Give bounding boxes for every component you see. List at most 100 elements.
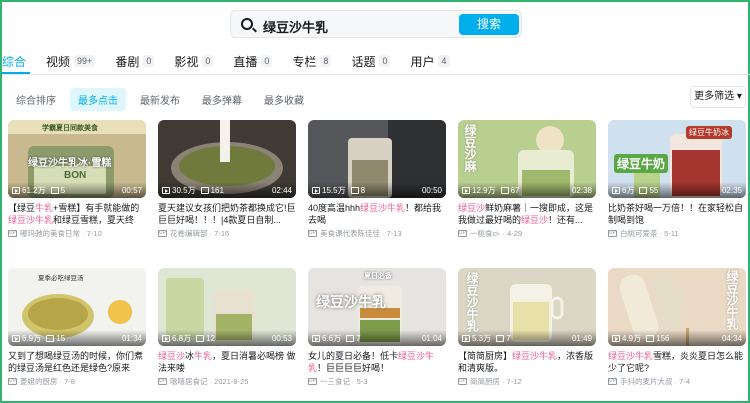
danmaku-icon	[646, 334, 655, 342]
tab-film[interactable]: 影视 0	[174, 53, 214, 70]
video-card[interactable]: 绿豆牛奶冰 绿豆牛奶 6万 55 02:35 比奶茶好喝一万倍！！在家轻松自制喝…	[608, 120, 746, 239]
thumbnail-caption: 绿豆沙牛乳	[316, 295, 386, 311]
tab-article[interactable]: 专栏 8	[292, 53, 332, 70]
uploader-icon: UP	[308, 378, 317, 385]
video-duration: 02:35	[721, 185, 742, 195]
tab-live[interactable]: 直播 0	[233, 53, 273, 70]
uploader-name[interactable]: 简简厨房	[470, 376, 500, 387]
play-count-icon	[12, 186, 20, 194]
video-meta: UP 一桃食ci- · 4-29	[458, 228, 523, 239]
video-title[interactable]: 【简简厨房】绿豆沙牛乳，浓香版和清爽版。	[458, 350, 596, 374]
uploader-icon: UP	[458, 378, 467, 385]
sort-most-clicks[interactable]: 最多点击	[70, 88, 126, 111]
video-thumbnail[interactable]: 6.8万 12 00:53	[158, 268, 296, 346]
sort-most-danmaku[interactable]: 最多弹幕	[194, 88, 250, 111]
video-title[interactable]: 女儿的夏日必备！低卡绿豆沙牛乳！巨巨巨巨好喝！	[308, 350, 446, 374]
video-meta: UP 菱姐的厨房 · 7-8	[8, 376, 76, 387]
video-meta: UP 花卷编辑部 · 7-16	[158, 228, 230, 239]
uploader-name[interactable]: 美食课代表陈佳佳	[320, 228, 380, 239]
video-card[interactable]: 绿豆沙牛乳 5.3万 7 01:49 【简简厨房】绿豆沙牛乳，浓香版和清爽版。 …	[458, 268, 596, 387]
uploader-name[interactable]: 菱姐的厨房	[20, 376, 58, 387]
uploader-name[interactable]: 嘟玛驰的美食日常	[20, 228, 80, 239]
thumbnail-caption: 夏季必吃绿豆汤	[38, 275, 84, 282]
more-filter-button[interactable]: 更多筛选 ▾	[690, 86, 746, 108]
video-thumbnail[interactable]: 学霸夏日同款美食 绿豆沙牛乳冰·雪糕 BON 61.2万 5 00:57	[8, 120, 146, 198]
upload-date: 7-16	[214, 229, 230, 238]
video-card[interactable]: 学霸夏日同款美食 绿豆沙牛乳冰·雪糕 BON 61.2万 5 00:57 【绿豆…	[8, 120, 146, 239]
video-title[interactable]: 绿豆沙牛乳雪糕，炎炎夏日怎么能少了它呢?	[608, 350, 746, 374]
sort-most-favorites[interactable]: 最多收藏	[256, 88, 312, 111]
video-card[interactable]: 15.5万 8 00:50 40度高温hhh绿豆沙牛乳！都给我去喝 UP 美食课代…	[308, 120, 446, 239]
video-thumbnail[interactable]: 绿豆牛奶冰 绿豆牛奶 6万 55 02:35	[608, 120, 746, 198]
danmaku-icon	[639, 186, 648, 194]
video-duration: 02:44	[271, 185, 292, 195]
uploader-icon: UP	[608, 230, 617, 237]
video-card[interactable]: 夏日必备 绿豆沙牛乳 6.6万 7 01:04 女儿的夏日必备！低卡绿豆沙牛乳！…	[308, 268, 446, 387]
thumbnail-caption: 绿豆牛奶	[614, 154, 669, 173]
play-count-icon	[312, 334, 320, 342]
uploader-name[interactable]: 白桃可爱茶	[620, 228, 658, 239]
thumbnail-caption: 绿豆沙麻	[463, 124, 477, 172]
video-thumbnail[interactable]: 夏日必备 绿豆沙牛乳 6.6万 7 01:04	[308, 268, 446, 346]
uploader-icon: UP	[158, 378, 167, 385]
sort-newest[interactable]: 最新发布	[132, 88, 188, 111]
uploader-name[interactable]: 花卷编辑部	[170, 228, 208, 239]
uploader-name[interactable]: 手抖的麦片大叔	[620, 376, 673, 387]
danmaku-icon	[500, 186, 509, 194]
video-card[interactable]: 夏季必吃绿豆汤 6.9万 15 01:34 又到了想喝绿豆汤的时候，你们煮的绿豆…	[8, 268, 146, 387]
video-stats: 4.9万 156 04:34	[608, 330, 746, 346]
search-box[interactable]: 绿豆沙牛乳 搜索	[230, 10, 522, 38]
uploader-icon: UP	[458, 230, 467, 237]
video-meta: UP 美食课代表陈佳佳 · 7-13	[308, 228, 402, 239]
danmaku-icon	[50, 186, 59, 194]
video-title[interactable]: 【绿豆牛乳+雪糕】有手就能做的绿豆沙牛乳和绿豆雪糕，夏天终于...	[8, 202, 146, 226]
video-duration: 01:04	[421, 333, 442, 343]
video-card[interactable]: 30.5万 161 02:44 夏天建议女孩们把奶茶都换成它!巨巨巨好喝！！！|…	[158, 120, 296, 239]
video-thumbnail[interactable]: 30.5万 161 02:44	[158, 120, 296, 198]
uploader-icon: UP	[8, 230, 17, 237]
video-meta: UP 一三食记 · 5-3	[308, 376, 368, 387]
video-thumbnail[interactable]: 绿豆沙麻 12.9万 67 02:38	[458, 120, 596, 198]
play-count-icon	[162, 334, 170, 342]
video-duration: 00:53	[271, 333, 292, 343]
video-thumbnail[interactable]: 绿豆沙牛乳 4.9万 156 04:34	[608, 268, 746, 346]
uploader-name[interactable]: 嘻嘻居食记	[170, 376, 208, 387]
video-thumbnail[interactable]: 15.5万 8 00:50	[308, 120, 446, 198]
video-title[interactable]: 40度高温hhh绿豆沙牛乳！都给我去喝	[308, 202, 446, 226]
uploader-name[interactable]: 一三食记	[320, 376, 350, 387]
danmaku-icon	[496, 334, 505, 342]
video-card[interactable]: 6.8万 12 00:53 绿豆沙冰牛乳，夏日消暑必喝榜 做法来喽 UP 嘻嘻居食…	[158, 268, 296, 387]
tab-bangumi[interactable]: 番剧 0	[115, 53, 155, 70]
video-meta: UP 简简厨房 · 7-12	[458, 376, 522, 387]
play-count-icon	[12, 334, 20, 342]
video-title[interactable]: 绿豆沙冰牛乳，夏日消暑必喝榜 做法来喽	[158, 350, 296, 374]
thumbnail-caption: 绿豆沙牛乳	[465, 272, 479, 332]
video-duration: 01:34	[121, 333, 142, 343]
sort-default[interactable]: 综合排序	[8, 88, 64, 111]
tab-video[interactable]: 视频 99+	[46, 53, 96, 70]
tab-user[interactable]: 用户 4	[410, 53, 450, 70]
search-icon	[241, 18, 253, 30]
search-button[interactable]: 搜索	[459, 14, 519, 35]
upload-date: 7-10	[86, 229, 102, 238]
tab-topic[interactable]: 话题 0	[351, 53, 391, 70]
video-stats: 15.5万 8 00:50	[308, 182, 446, 198]
video-thumbnail[interactable]: 绿豆沙牛乳 5.3万 7 01:49	[458, 268, 596, 346]
video-thumbnail[interactable]: 夏季必吃绿豆汤 6.9万 15 01:34	[8, 268, 146, 346]
video-meta: UP 嘟玛驰的美食日常 · 7-10	[8, 228, 102, 239]
uploader-name[interactable]: 一桃食ci-	[470, 228, 500, 239]
tab-count-badge: 0	[202, 55, 214, 67]
search-input[interactable]: 绿豆沙牛乳	[263, 17, 328, 36]
video-card[interactable]: 绿豆沙牛乳 4.9万 156 04:34 绿豆沙牛乳雪糕，炎炎夏日怎么能少了它呢…	[608, 268, 746, 387]
tab-count-badge: 0	[379, 55, 391, 67]
video-title[interactable]: 又到了想喝绿豆汤的时候，你们煮的绿豆汤是红色还是绿色?原来绿...	[8, 350, 146, 374]
video-title[interactable]: 绿豆沙鲜奶麻薯｜一搜即成，这是我做过最好喝的绿豆沙！还有...	[458, 202, 596, 226]
video-title[interactable]: 夏天建议女孩们把奶茶都换成它!巨巨巨好喝！！！|4款夏日自制...	[158, 202, 296, 226]
video-card[interactable]: 绿豆沙麻 12.9万 67 02:38 绿豆沙鲜奶麻薯｜一搜即成，这是我做过最好…	[458, 120, 596, 239]
result-type-tabs: 综合 视频 99+ 番剧 0 影视 0 直播 0 专栏 8 话题 0 用户 4	[2, 48, 750, 74]
video-title[interactable]: 比奶茶好喝一万倍！！在家轻松自制喝到饱	[608, 202, 746, 226]
tab-all[interactable]: 综合	[2, 53, 26, 70]
play-count-icon	[462, 186, 470, 194]
tab-count-badge: 8	[320, 55, 332, 67]
video-stats: 6.8万 12 00:53	[158, 330, 296, 346]
